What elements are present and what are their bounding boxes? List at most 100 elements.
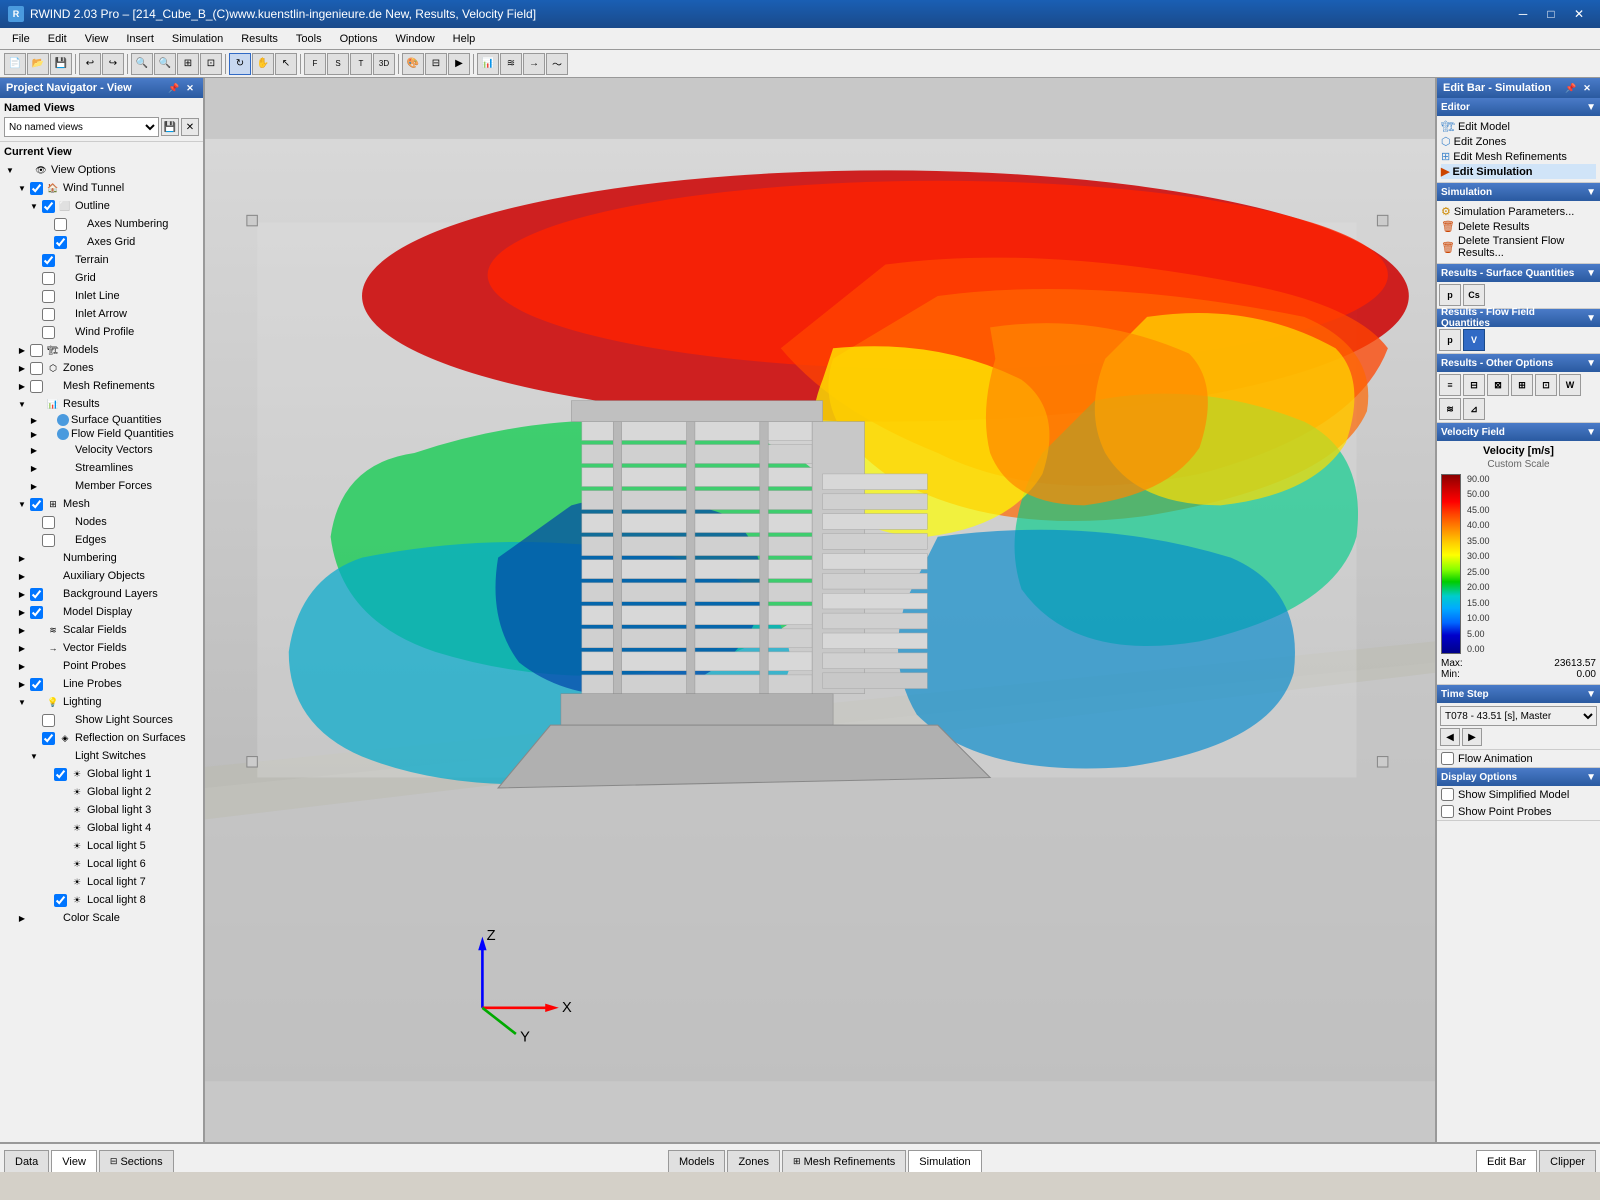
- menu-file[interactable]: File: [4, 29, 38, 49]
- flow-p-button[interactable]: p: [1439, 329, 1461, 351]
- edit-zones-item[interactable]: ⬡ Edit Zones: [1441, 134, 1596, 149]
- checkbox-edges[interactable]: [42, 534, 55, 547]
- checkbox-terrain[interactable]: [42, 254, 55, 267]
- checkbox-grid[interactable]: [42, 272, 55, 285]
- tree-item-outline[interactable]: ▼⬜Outline: [28, 197, 199, 215]
- new-button[interactable]: 📄: [4, 53, 26, 75]
- tree-item-wind-tunnel[interactable]: ▼🏠Wind Tunnel: [16, 179, 199, 197]
- delete-results-item[interactable]: 🗑 Delete Results: [1441, 219, 1596, 234]
- other-btn-4[interactable]: ⊞: [1511, 374, 1533, 396]
- tree-toggle-mesh-refinements[interactable]: ▶: [16, 380, 28, 392]
- tree-toggle-wind-tunnel[interactable]: ▼: [16, 182, 28, 194]
- select-button[interactable]: ↖: [275, 53, 297, 75]
- rotate-button[interactable]: ↻: [229, 53, 251, 75]
- view-3d-button[interactable]: 3D: [373, 53, 395, 75]
- checkbox-show-light-sources[interactable]: [42, 714, 55, 727]
- tree-toggle-velocity-vectors[interactable]: ▶: [28, 444, 40, 456]
- tree-toggle-flow-field-quantities[interactable]: ▶: [28, 428, 40, 440]
- tree-item-local-light-7[interactable]: ☀Local light 7: [40, 873, 199, 891]
- tree-item-wind-profile[interactable]: Wind Profile: [28, 323, 199, 341]
- checkbox-outline[interactable]: [42, 200, 55, 213]
- tree-toggle-scalar-fields[interactable]: ▶: [16, 624, 28, 636]
- tree-item-show-light-sources[interactable]: Show Light Sources: [28, 711, 199, 729]
- tree-item-light-switches[interactable]: ▼Light Switches: [28, 747, 199, 765]
- zoom-in-button[interactable]: 🔍: [131, 53, 153, 75]
- simulation-tab[interactable]: Simulation: [908, 1150, 981, 1172]
- tree-item-member-forces[interactable]: ▶Member Forces: [28, 477, 199, 495]
- other-btn-1[interactable]: ≡: [1439, 374, 1461, 396]
- checkbox-wind-profile[interactable]: [42, 326, 55, 339]
- tree-item-global-light-2[interactable]: ☀Global light 2: [40, 783, 199, 801]
- redo-button[interactable]: ↪: [102, 53, 124, 75]
- tree-toggle-mesh[interactable]: ▼: [16, 498, 28, 510]
- surface-p-button[interactable]: p: [1439, 284, 1461, 306]
- time-step-select[interactable]: T078 - 43.51 [s], Master: [1440, 706, 1597, 726]
- tree-toggle-member-forces[interactable]: ▶: [28, 480, 40, 492]
- zones-tab[interactable]: Zones: [727, 1150, 780, 1172]
- checkbox-local-light-8[interactable]: [54, 894, 67, 907]
- tree-toggle-lighting[interactable]: ▼: [16, 696, 28, 708]
- edit-bar-tab[interactable]: Edit Bar: [1476, 1150, 1537, 1172]
- checkbox-inlet-arrow[interactable]: [42, 308, 55, 321]
- tree-item-local-light-8[interactable]: ☀Local light 8: [40, 891, 199, 909]
- flow-animation-checkbox[interactable]: [1441, 752, 1454, 765]
- other-btn-7[interactable]: ≋: [1439, 398, 1461, 420]
- checkbox-axes-numbering[interactable]: [54, 218, 67, 231]
- zoom-fit-button[interactable]: ⊞: [177, 53, 199, 75]
- tree-item-results[interactable]: ▼📊Results: [16, 395, 199, 413]
- tree-item-axes-numbering[interactable]: Axes Numbering: [40, 215, 199, 233]
- vector-button[interactable]: →: [523, 53, 545, 75]
- tree-toggle-auxiliary-objects[interactable]: ▶: [16, 570, 28, 582]
- tree-toggle-streamlines[interactable]: ▶: [28, 462, 40, 474]
- tree-toggle-light-switches[interactable]: ▼: [28, 750, 40, 762]
- checkbox-zones[interactable]: [30, 362, 43, 375]
- tree-item-terrain[interactable]: Terrain: [28, 251, 199, 269]
- minimize-button[interactable]: ─: [1510, 4, 1536, 24]
- other-btn-6[interactable]: W: [1559, 374, 1581, 396]
- checkbox-nodes[interactable]: [42, 516, 55, 529]
- tree-item-zones[interactable]: ▶⬡Zones: [16, 359, 199, 377]
- point-probes-checkbox[interactable]: [1441, 805, 1454, 818]
- menu-tools[interactable]: Tools: [288, 29, 330, 49]
- view-tab[interactable]: View: [51, 1150, 97, 1172]
- other-btn-8[interactable]: ⊿: [1463, 398, 1485, 420]
- named-views-select[interactable]: No named views: [4, 117, 159, 137]
- tree-toggle-background-layers[interactable]: ▶: [16, 588, 28, 600]
- view-top-button[interactable]: T: [350, 53, 372, 75]
- tree-item-grid[interactable]: Grid: [28, 269, 199, 287]
- menu-help[interactable]: Help: [445, 29, 484, 49]
- other-btn-2[interactable]: ⊟: [1463, 374, 1485, 396]
- tree-item-auxiliary-objects[interactable]: ▶Auxiliary Objects: [16, 567, 199, 585]
- stream-button[interactable]: 〜: [546, 53, 568, 75]
- menu-edit[interactable]: Edit: [40, 29, 75, 49]
- menu-insert[interactable]: Insert: [118, 29, 162, 49]
- viewport[interactable]: Z X Y: [205, 78, 1435, 1142]
- open-button[interactable]: 📂: [27, 53, 49, 75]
- checkbox-model-display[interactable]: [30, 606, 43, 619]
- contour-button[interactable]: ≋: [500, 53, 522, 75]
- tree-item-velocity-vectors[interactable]: ▶Velocity Vectors: [28, 441, 199, 459]
- other-btn-3[interactable]: ⊠: [1487, 374, 1509, 396]
- panel-close-button[interactable]: ✕: [183, 81, 197, 95]
- tree-item-streamlines[interactable]: ▶Streamlines: [28, 459, 199, 477]
- render-button[interactable]: 🎨: [402, 53, 424, 75]
- tree-toggle-models[interactable]: ▶: [16, 344, 28, 356]
- close-button[interactable]: ✕: [1566, 4, 1592, 24]
- tree-toggle-outline[interactable]: ▼: [28, 200, 40, 212]
- tree-item-scalar-fields[interactable]: ▶≋Scalar Fields: [16, 621, 199, 639]
- tree-item-global-light-4[interactable]: ☀Global light 4: [40, 819, 199, 837]
- pan-button[interactable]: ✋: [252, 53, 274, 75]
- tree-item-local-light-6[interactable]: ☀Local light 6: [40, 855, 199, 873]
- tree-item-model-display[interactable]: ▶Model Display: [16, 603, 199, 621]
- edit-model-item[interactable]: 🏗 Edit Model: [1441, 119, 1596, 134]
- undo-button[interactable]: ↩: [79, 53, 101, 75]
- tree-item-global-light-3[interactable]: ☀Global light 3: [40, 801, 199, 819]
- save-button[interactable]: 💾: [50, 53, 72, 75]
- checkbox-mesh-refinements[interactable]: [30, 380, 43, 393]
- save-view-button[interactable]: 💾: [161, 118, 179, 136]
- tree-toggle-line-probes[interactable]: ▶: [16, 678, 28, 690]
- tree-item-view-options[interactable]: ▼👁View Options: [4, 161, 199, 179]
- tree-item-background-layers[interactable]: ▶Background Layers: [16, 585, 199, 603]
- tree-item-edges[interactable]: Edges: [28, 531, 199, 549]
- menu-window[interactable]: Window: [388, 29, 443, 49]
